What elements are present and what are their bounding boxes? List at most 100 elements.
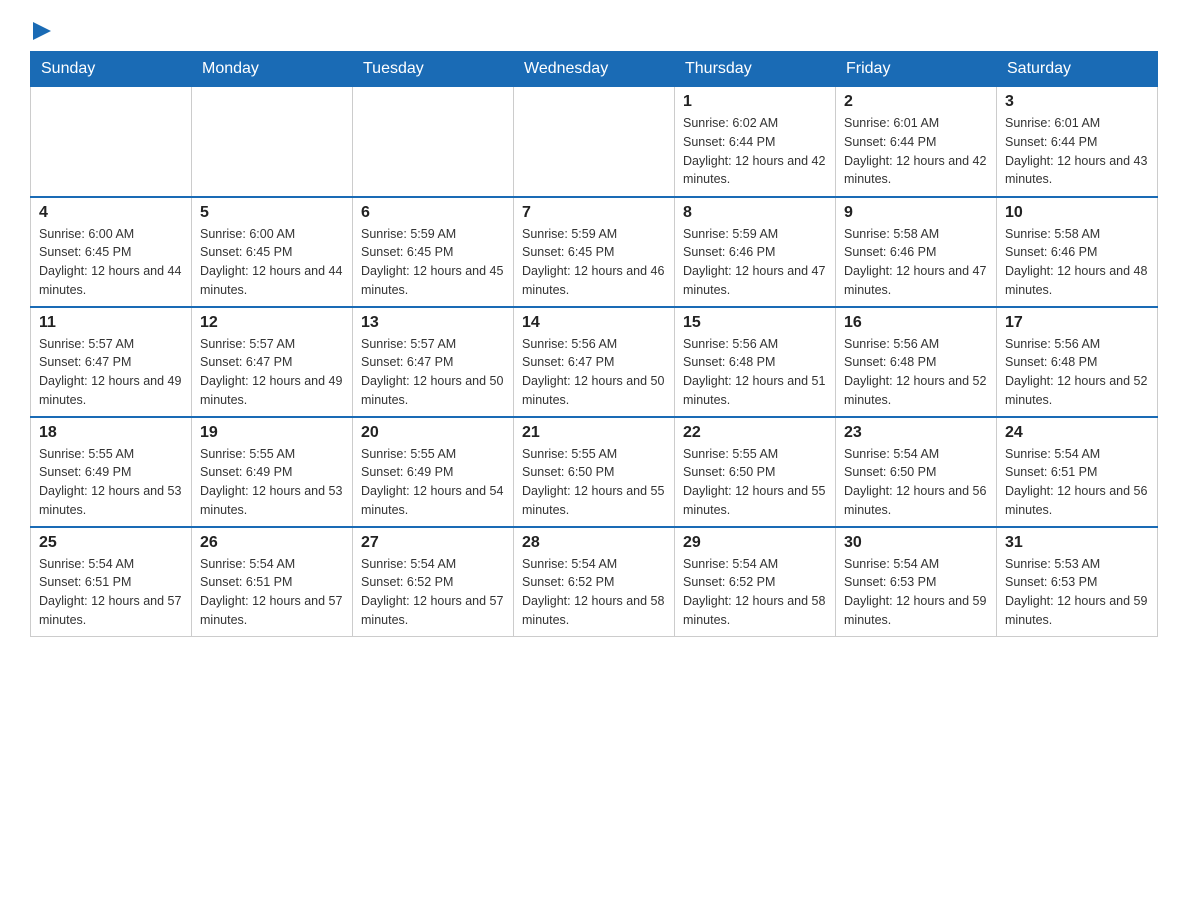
day-info: Sunrise: 5:54 AMSunset: 6:51 PMDaylight:… (39, 555, 183, 630)
calendar-cell: 29Sunrise: 5:54 AMSunset: 6:52 PMDayligh… (675, 527, 836, 637)
day-number: 30 (844, 534, 988, 552)
day-number: 14 (522, 314, 666, 332)
calendar-cell: 10 Sunrise: 5:58 AMSunset: 6:46 PMDayligh… (997, 197, 1158, 307)
header-thursday: Thursday (675, 52, 836, 87)
calendar-header-row: SundayMondayTuesdayWednesdayThursdayFrid… (31, 52, 1158, 87)
calendar-cell: 5 Sunrise: 6:00 AMSunset: 6:45 PMDaylight… (192, 197, 353, 307)
day-number: 10 (1005, 204, 1149, 222)
day-info: Sunrise: 5:58 AMSunset: 6:46 PMDaylight:… (844, 225, 988, 300)
calendar-cell: 22Sunrise: 5:55 AMSunset: 6:50 PMDayligh… (675, 417, 836, 527)
week-row-5: 25 Sunrise: 5:54 AMSunset: 6:51 PMDayligh… (31, 527, 1158, 637)
calendar-cell: 16 Sunrise: 5:56 AMSunset: 6:48 PMDayligh… (836, 307, 997, 417)
day-number: 7 (522, 204, 666, 222)
calendar-cell: 3Sunrise: 6:01 AMSunset: 6:44 PMDaylight… (997, 87, 1158, 197)
calendar-cell: 9 Sunrise: 5:58 AMSunset: 6:46 PMDaylight… (836, 197, 997, 307)
calendar-cell: 1Sunrise: 6:02 AMSunset: 6:44 PMDaylight… (675, 87, 836, 197)
day-number: 11 (39, 314, 183, 332)
header-friday: Friday (836, 52, 997, 87)
calendar-cell (514, 87, 675, 197)
day-number: 27 (361, 534, 505, 552)
day-number: 23 (844, 424, 988, 442)
day-number: 2 (844, 93, 988, 111)
day-number: 8 (683, 204, 827, 222)
calendar-cell: 7 Sunrise: 5:59 AMSunset: 6:45 PMDaylight… (514, 197, 675, 307)
calendar-cell (31, 87, 192, 197)
day-number: 13 (361, 314, 505, 332)
calendar-cell: 2 Sunrise: 6:01 AMSunset: 6:44 PMDaylight… (836, 87, 997, 197)
calendar-cell: 6 Sunrise: 5:59 AMSunset: 6:45 PMDaylight… (353, 197, 514, 307)
day-info: Sunrise: 5:56 AMSunset: 6:47 PMDaylight:… (522, 335, 666, 410)
calendar-cell: 12 Sunrise: 5:57 AMSunset: 6:47 PMDayligh… (192, 307, 353, 417)
calendar-cell: 21 Sunrise: 5:55 AMSunset: 6:50 PMDayligh… (514, 417, 675, 527)
day-info: Sunrise: 5:59 AMSunset: 6:46 PMDaylight:… (683, 225, 827, 300)
day-info: Sunrise: 5:54 AMSunset: 6:52 PMDaylight:… (361, 555, 505, 630)
calendar-cell: 17Sunrise: 5:56 AMSunset: 6:48 PMDayligh… (997, 307, 1158, 417)
day-number: 18 (39, 424, 183, 442)
calendar-cell: 23Sunrise: 5:54 AMSunset: 6:50 PMDayligh… (836, 417, 997, 527)
calendar-cell (192, 87, 353, 197)
calendar-cell: 20 Sunrise: 5:55 AMSunset: 6:49 PMDayligh… (353, 417, 514, 527)
day-number: 29 (683, 534, 827, 552)
day-info: Sunrise: 5:56 AMSunset: 6:48 PMDaylight:… (683, 335, 827, 410)
day-number: 1 (683, 93, 827, 111)
week-row-1: 1Sunrise: 6:02 AMSunset: 6:44 PMDaylight… (31, 87, 1158, 197)
day-number: 16 (844, 314, 988, 332)
day-info: Sunrise: 5:55 AMSunset: 6:49 PMDaylight:… (361, 445, 505, 520)
day-number: 17 (1005, 314, 1149, 332)
day-info: Sunrise: 5:58 AMSunset: 6:46 PMDaylight:… (1005, 225, 1149, 300)
day-info: Sunrise: 6:01 AMSunset: 6:44 PMDaylight:… (1005, 114, 1149, 189)
day-number: 26 (200, 534, 344, 552)
day-number: 28 (522, 534, 666, 552)
week-row-2: 4Sunrise: 6:00 AMSunset: 6:45 PMDaylight… (31, 197, 1158, 307)
calendar-cell: 31 Sunrise: 5:53 AMSunset: 6:53 PMDayligh… (997, 527, 1158, 637)
day-info: Sunrise: 5:53 AMSunset: 6:53 PMDaylight:… (1005, 555, 1149, 630)
calendar-cell: 15 Sunrise: 5:56 AMSunset: 6:48 PMDayligh… (675, 307, 836, 417)
day-info: Sunrise: 5:56 AMSunset: 6:48 PMDaylight:… (844, 335, 988, 410)
day-info: Sunrise: 5:54 AMSunset: 6:52 PMDaylight:… (522, 555, 666, 630)
page-header (30, 20, 1158, 41)
day-number: 6 (361, 204, 505, 222)
week-row-4: 18 Sunrise: 5:55 AMSunset: 6:49 PMDayligh… (31, 417, 1158, 527)
day-number: 15 (683, 314, 827, 332)
calendar-cell: 19 Sunrise: 5:55 AMSunset: 6:49 PMDayligh… (192, 417, 353, 527)
header-sunday: Sunday (31, 52, 192, 87)
day-number: 5 (200, 204, 344, 222)
day-info: Sunrise: 5:55 AMSunset: 6:50 PMDaylight:… (683, 445, 827, 520)
day-info: Sunrise: 5:55 AMSunset: 6:50 PMDaylight:… (522, 445, 666, 520)
calendar-cell (353, 87, 514, 197)
calendar-cell: 13 Sunrise: 5:57 AMSunset: 6:47 PMDayligh… (353, 307, 514, 417)
header-wednesday: Wednesday (514, 52, 675, 87)
day-info: Sunrise: 5:55 AMSunset: 6:49 PMDaylight:… (200, 445, 344, 520)
header-saturday: Saturday (997, 52, 1158, 87)
day-info: Sunrise: 5:57 AMSunset: 6:47 PMDaylight:… (200, 335, 344, 410)
calendar-cell: 18 Sunrise: 5:55 AMSunset: 6:49 PMDayligh… (31, 417, 192, 527)
day-number: 12 (200, 314, 344, 332)
logo (30, 20, 51, 41)
day-info: Sunrise: 5:54 AMSunset: 6:51 PMDaylight:… (200, 555, 344, 630)
calendar-cell: 24 Sunrise: 5:54 AMSunset: 6:51 PMDayligh… (997, 417, 1158, 527)
week-row-3: 11 Sunrise: 5:57 AMSunset: 6:47 PMDayligh… (31, 307, 1158, 417)
day-info: Sunrise: 5:59 AMSunset: 6:45 PMDaylight:… (522, 225, 666, 300)
day-number: 25 (39, 534, 183, 552)
day-number: 9 (844, 204, 988, 222)
day-info: Sunrise: 6:00 AMSunset: 6:45 PMDaylight:… (200, 225, 344, 300)
day-info: Sunrise: 5:59 AMSunset: 6:45 PMDaylight:… (361, 225, 505, 300)
day-number: 24 (1005, 424, 1149, 442)
day-number: 20 (361, 424, 505, 442)
calendar-cell: 27 Sunrise: 5:54 AMSunset: 6:52 PMDayligh… (353, 527, 514, 637)
logo-arrow-icon (33, 22, 51, 40)
calendar-cell: 28 Sunrise: 5:54 AMSunset: 6:52 PMDayligh… (514, 527, 675, 637)
day-info: Sunrise: 5:55 AMSunset: 6:49 PMDaylight:… (39, 445, 183, 520)
calendar-cell: 26 Sunrise: 5:54 AMSunset: 6:51 PMDayligh… (192, 527, 353, 637)
calendar-table: SundayMondayTuesdayWednesdayThursdayFrid… (30, 51, 1158, 637)
day-info: Sunrise: 5:54 AMSunset: 6:51 PMDaylight:… (1005, 445, 1149, 520)
header-monday: Monday (192, 52, 353, 87)
calendar-cell: 30Sunrise: 5:54 AMSunset: 6:53 PMDayligh… (836, 527, 997, 637)
day-number: 31 (1005, 534, 1149, 552)
day-number: 21 (522, 424, 666, 442)
day-info: Sunrise: 5:57 AMSunset: 6:47 PMDaylight:… (361, 335, 505, 410)
day-number: 19 (200, 424, 344, 442)
header-tuesday: Tuesday (353, 52, 514, 87)
calendar-cell: 14 Sunrise: 5:56 AMSunset: 6:47 PMDayligh… (514, 307, 675, 417)
day-info: Sunrise: 6:01 AMSunset: 6:44 PMDaylight:… (844, 114, 988, 189)
